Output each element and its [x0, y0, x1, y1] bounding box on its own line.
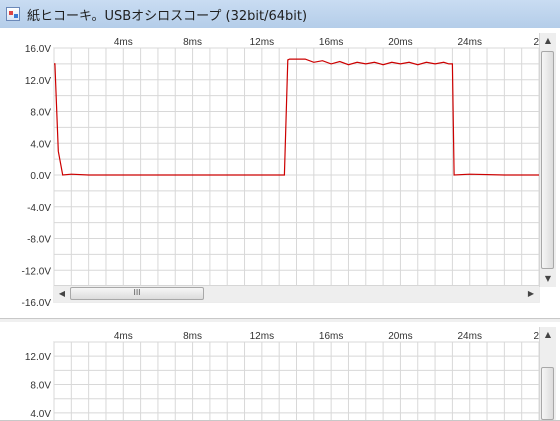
x-tick-label: 24ms — [457, 37, 481, 48]
scope-panel-1: 4ms8ms12ms16ms20ms24ms2816.0V12.0V8.0V4.… — [0, 28, 560, 319]
x-tick-label: 16ms — [319, 331, 343, 342]
vertical-scrollbar-1[interactable]: ▲ ▼ — [539, 33, 556, 287]
scroll-down-arrow-icon[interactable]: ▼ — [540, 271, 556, 287]
x-tick-label: 8ms — [183, 37, 202, 48]
oscilloscope-chart-1: 4ms8ms12ms16ms20ms24ms2816.0V12.0V8.0V4.… — [22, 37, 545, 309]
y-tick-label: 4.0V — [30, 139, 51, 150]
vertical-scroll-thumb-2[interactable] — [541, 367, 554, 420]
x-tick-label: 12ms — [250, 37, 274, 48]
x-tick-label: 24ms — [457, 331, 481, 342]
scroll-up-arrow-icon[interactable]: ▲ — [540, 327, 556, 343]
y-tick-label: -12.0V — [22, 266, 52, 277]
scroll-up-arrow-icon[interactable]: ▲ — [540, 33, 556, 49]
x-tick-label: 16ms — [319, 37, 343, 48]
x-tick-label: 20ms — [388, 37, 412, 48]
y-tick-label: -8.0V — [27, 235, 51, 246]
vertical-scrollbar-2[interactable]: ▲ — [539, 327, 556, 420]
y-tick-label: 12.0V — [25, 352, 51, 363]
oscilloscope-chart-2: 4ms8ms12ms16ms20ms24ms2812.0V8.0V4.0V — [25, 331, 545, 420]
scroll-right-arrow-icon[interactable]: ▶ — [523, 286, 539, 302]
title-bar[interactable]: 紙ヒコーキ。USBオシロスコープ (32bit/64bit) — [0, 0, 560, 29]
y-tick-label: -16.0V — [22, 298, 52, 309]
y-tick-label: 8.0V — [30, 381, 51, 392]
y-tick-label: -4.0V — [27, 203, 51, 214]
x-tick-label: 20ms — [388, 331, 412, 342]
window-title: 紙ヒコーキ。USBオシロスコープ (32bit/64bit) — [27, 9, 308, 24]
x-tick-label: 12ms — [250, 331, 274, 342]
x-tick-label: 4ms — [114, 331, 133, 342]
y-tick-label: 16.0V — [25, 44, 51, 55]
horizontal-scroll-thumb[interactable]: III — [70, 287, 204, 300]
scope-panel-2: 4ms8ms12ms16ms20ms24ms2812.0V8.0V4.0V — [0, 322, 560, 421]
y-tick-label: 4.0V — [30, 409, 51, 420]
vertical-scroll-thumb-1[interactable] — [541, 51, 554, 269]
app-icon[interactable] — [6, 7, 20, 21]
x-tick-label: 4ms — [114, 37, 133, 48]
x-tick-label: 8ms — [183, 331, 202, 342]
horizontal-scrollbar[interactable]: ◀ III ▶ — [54, 285, 539, 302]
y-tick-label: 12.0V — [25, 76, 51, 87]
y-tick-label: 8.0V — [30, 108, 51, 119]
scroll-left-arrow-icon[interactable]: ◀ — [54, 286, 70, 302]
y-tick-label: 0.0V — [30, 171, 51, 182]
